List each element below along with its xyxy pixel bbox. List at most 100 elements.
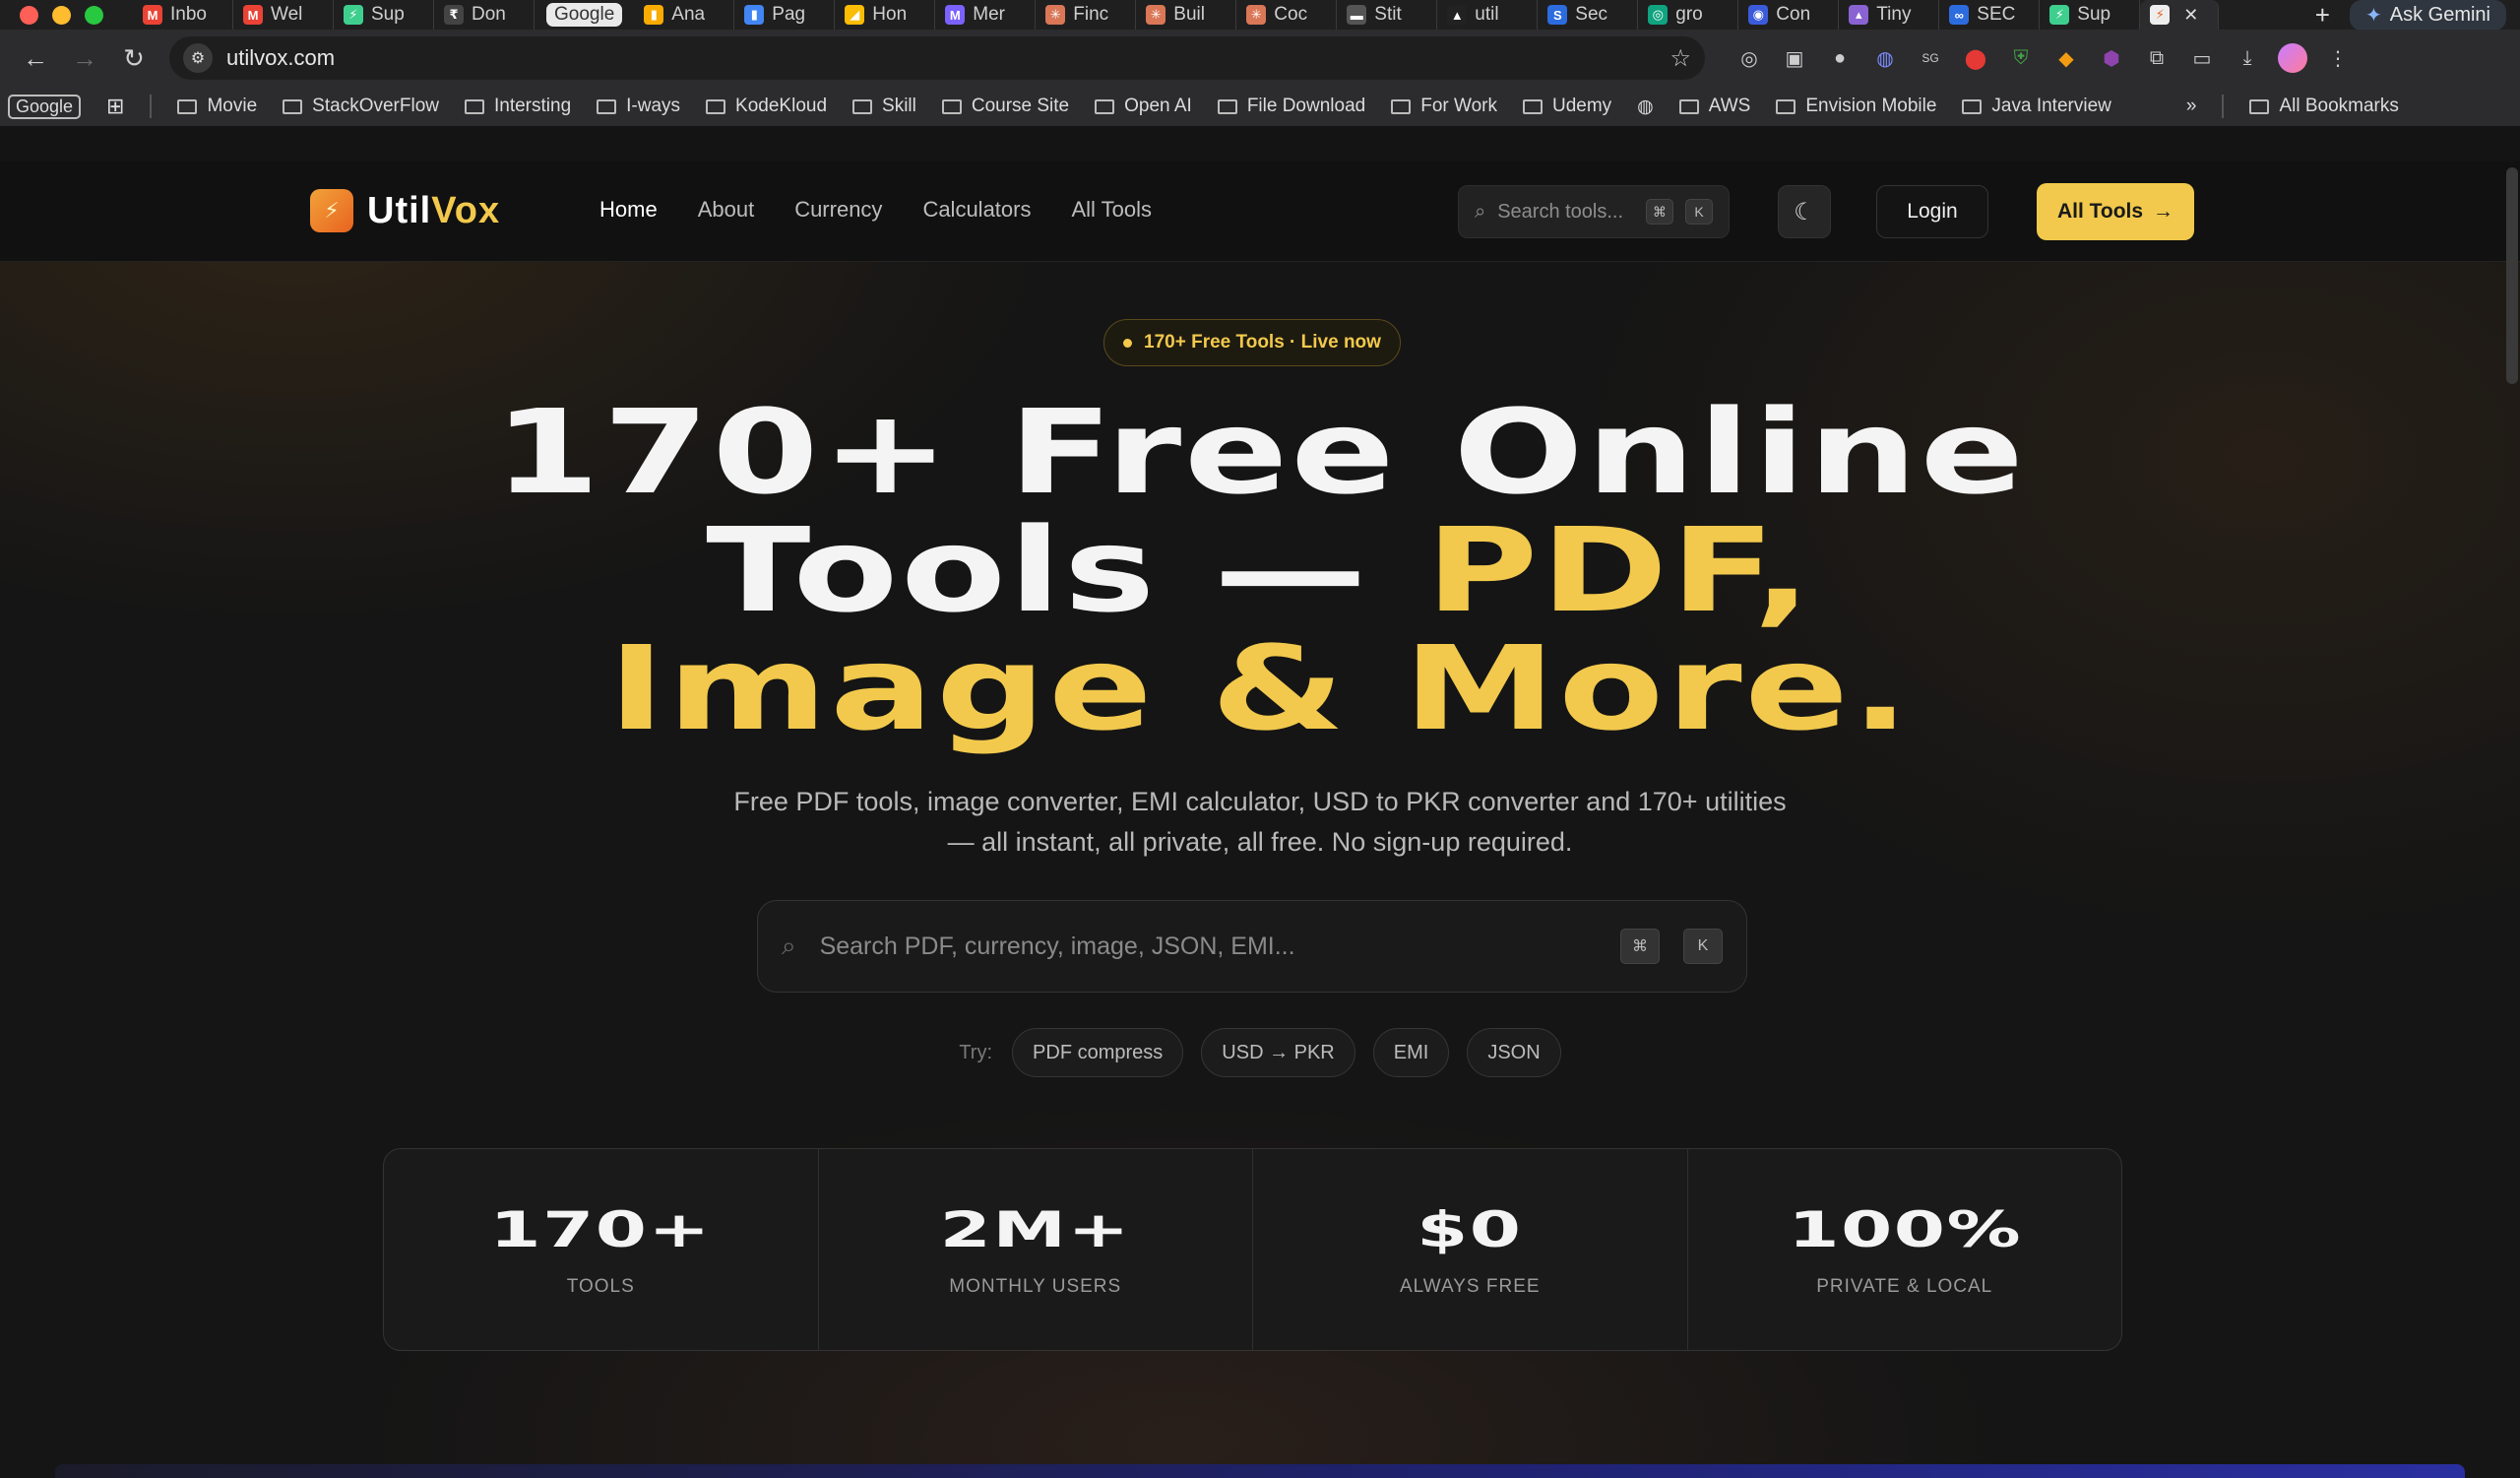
extensions-puzzle-icon[interactable]: ⧉: [2142, 43, 2172, 73]
bookmark-folder[interactable]: I-ways: [597, 96, 680, 117]
theme-toggle-button[interactable]: ☾: [1778, 185, 1831, 238]
stat-card: $0 ALWAYS FREE: [1253, 1149, 1688, 1350]
bookmark-folder[interactable]: Udemy: [1522, 96, 1611, 117]
browser-tab[interactable]: M Mer: [935, 0, 1037, 30]
browser-tab[interactable]: ✳ Coc: [1236, 0, 1338, 30]
extension-glasses-icon[interactable]: ◎: [1734, 43, 1764, 73]
browser-tab[interactable]: ⚡ Sup: [334, 0, 434, 30]
extension-camera-icon[interactable]: ▣: [1780, 43, 1809, 73]
bookmark-folder[interactable]: Intersting: [464, 96, 572, 117]
nav-search-input[interactable]: ⌕ Search tools... ⌘ K: [1458, 185, 1730, 238]
bookmark-folder[interactable]: Movie: [177, 96, 257, 117]
tab-label: Google: [546, 3, 623, 27]
login-button[interactable]: Login: [1876, 185, 1988, 238]
claude-icon: ✳: [1146, 5, 1166, 25]
ask-gemini-button[interactable]: ✦ Ask Gemini: [2349, 0, 2506, 31]
search-icon: ⌕: [782, 931, 796, 960]
bookmark-folder[interactable]: File Download: [1217, 96, 1365, 117]
extension-sg-icon[interactable]: SG: [1916, 43, 1945, 73]
browser-tab[interactable]: S Sec: [1538, 0, 1639, 30]
nav-link-home[interactable]: Home: [599, 197, 658, 223]
extension-shield-green-icon[interactable]: ⛨: [2006, 43, 2036, 73]
claude-icon: ✳: [1246, 5, 1267, 25]
bookmark-globe-icon[interactable]: ◍: [1637, 96, 1654, 118]
extension-circle-icon[interactable]: ◍: [1870, 43, 1900, 73]
bookmark-label: Skill: [882, 96, 916, 116]
main-search-input[interactable]: ⌕ Search PDF, currency, image, JSON, EMI…: [757, 900, 1747, 993]
stat-label: TOOLS: [566, 1276, 635, 1297]
bookmark-star-icon[interactable]: ☆: [1670, 44, 1691, 73]
bookmark-folder[interactable]: KodeKloud: [706, 96, 827, 117]
bookmark-folder[interactable]: Course Site: [941, 96, 1069, 117]
bookmark-label: Intersting: [493, 96, 572, 116]
nav-link-all-tools[interactable]: All Tools: [1071, 197, 1152, 223]
suggestion-chip[interactable]: USD → PKR: [1201, 1028, 1355, 1077]
site-info-icon[interactable]: ⚙: [183, 43, 213, 73]
apps-grid-icon[interactable]: ⊞: [106, 94, 124, 119]
tab-google[interactable]: Google: [535, 0, 634, 30]
gmail-icon: M: [143, 5, 162, 25]
bookmark-folder[interactable]: Java Interview: [1962, 96, 2111, 117]
browser-tab[interactable]: M Inbo: [133, 0, 233, 30]
bookmark-folder[interactable]: Open AI: [1095, 96, 1192, 117]
nav-link-calculators[interactable]: Calculators: [922, 197, 1031, 223]
all-tools-button[interactable]: All Tools →: [2037, 183, 2194, 240]
bookmark-folder[interactable]: AWS: [1678, 96, 1750, 117]
browser-tab[interactable]: ◎ gro: [1638, 0, 1739, 30]
all-bookmarks[interactable]: All Bookmarks: [2249, 96, 2399, 117]
suggestion-chip[interactable]: JSON: [1467, 1028, 1561, 1077]
browser-tab[interactable]: ▲ util: [1437, 0, 1539, 30]
browser-tab[interactable]: ◉ Con: [1738, 0, 1840, 30]
back-icon[interactable]: ←: [14, 36, 57, 80]
bookmark-folder[interactable]: For Work: [1391, 96, 1497, 117]
browser-tab[interactable]: ⚡ Sup: [2040, 0, 2141, 30]
suggestion-chip[interactable]: PDF compress: [1012, 1028, 1184, 1077]
tab-label: Con: [1776, 4, 1811, 25]
extension-purple-icon[interactable]: ⬢: [2097, 43, 2126, 73]
browser-tab[interactable]: ◢ Hon: [835, 0, 936, 30]
browser-tab[interactable]: ▴ Tiny: [1839, 0, 1940, 30]
browser-tab[interactable]: ✳ Buil: [1136, 0, 1237, 30]
bookmarks-overflow-icon[interactable]: »: [2186, 96, 2197, 117]
browser-tab[interactable]: ▮ Ana: [634, 0, 735, 30]
page-scrollbar[interactable]: [2506, 167, 2518, 384]
browser-tab[interactable]: ▬ Stit: [1337, 0, 1438, 30]
all-tools-label: All Tools: [2056, 200, 2144, 223]
browser-tab[interactable]: ✳ Finc: [1036, 0, 1137, 30]
pagespeed-icon: ▮: [744, 5, 765, 25]
bookmark-folder[interactable]: StackOverFlow: [283, 96, 439, 117]
kbd-k: K: [1683, 929, 1723, 964]
address-bar[interactable]: ⚙ utilvox.com ☆: [169, 36, 1705, 80]
browser-tab[interactable]: ▮ Pag: [734, 0, 836, 30]
bookmark-folder[interactable]: Skill: [852, 96, 916, 117]
close-window-icon[interactable]: [20, 5, 38, 25]
close-tab-icon[interactable]: ✕: [2183, 5, 2198, 26]
side-panel-icon[interactable]: ▭: [2187, 43, 2217, 73]
browser-tab[interactable]: M Wel: [233, 0, 334, 30]
nav-link-currency[interactable]: Currency: [794, 197, 882, 223]
minimize-window-icon[interactable]: [52, 5, 71, 25]
ads-icon: ◢: [845, 5, 865, 25]
menu-kebab-icon[interactable]: ⋮: [2323, 43, 2353, 73]
extension-eyes-icon[interactable]: ●: [1825, 43, 1855, 73]
download-icon[interactable]: ⤓: [2233, 43, 2262, 73]
new-tab-button[interactable]: +: [2296, 0, 2350, 31]
reload-icon[interactable]: ↻: [112, 36, 156, 80]
bookmark-google[interactable]: Google: [8, 94, 82, 119]
bookmark-folder[interactable]: Envision Mobile: [1776, 96, 1936, 117]
suggestion-chip[interactable]: EMI: [1372, 1028, 1450, 1077]
site-logo[interactable]: ⚡ UtilVox: [310, 189, 500, 232]
url-text[interactable]: utilvox.com: [226, 45, 1656, 71]
browser-tab[interactable]: ₹ Don: [434, 0, 535, 30]
stat-card: 170+ TOOLS: [384, 1149, 819, 1350]
site-menu: Home About Currency Calculators All Tools: [599, 197, 1152, 223]
active-tab[interactable]: ⚡ ✕: [2140, 0, 2220, 30]
stat-card: 2M+ MONTHLY USERS: [819, 1149, 1253, 1350]
maximize-window-icon[interactable]: [85, 5, 103, 25]
browser-tab[interactable]: ∞ SEC: [1939, 0, 2041, 30]
forward-icon[interactable]: →: [63, 36, 106, 80]
extension-shield-red-icon[interactable]: ⬤: [1961, 43, 1990, 73]
profile-avatar[interactable]: [2278, 43, 2307, 73]
extension-orange-icon[interactable]: ◆: [2051, 43, 2081, 73]
nav-link-about[interactable]: About: [698, 197, 755, 223]
